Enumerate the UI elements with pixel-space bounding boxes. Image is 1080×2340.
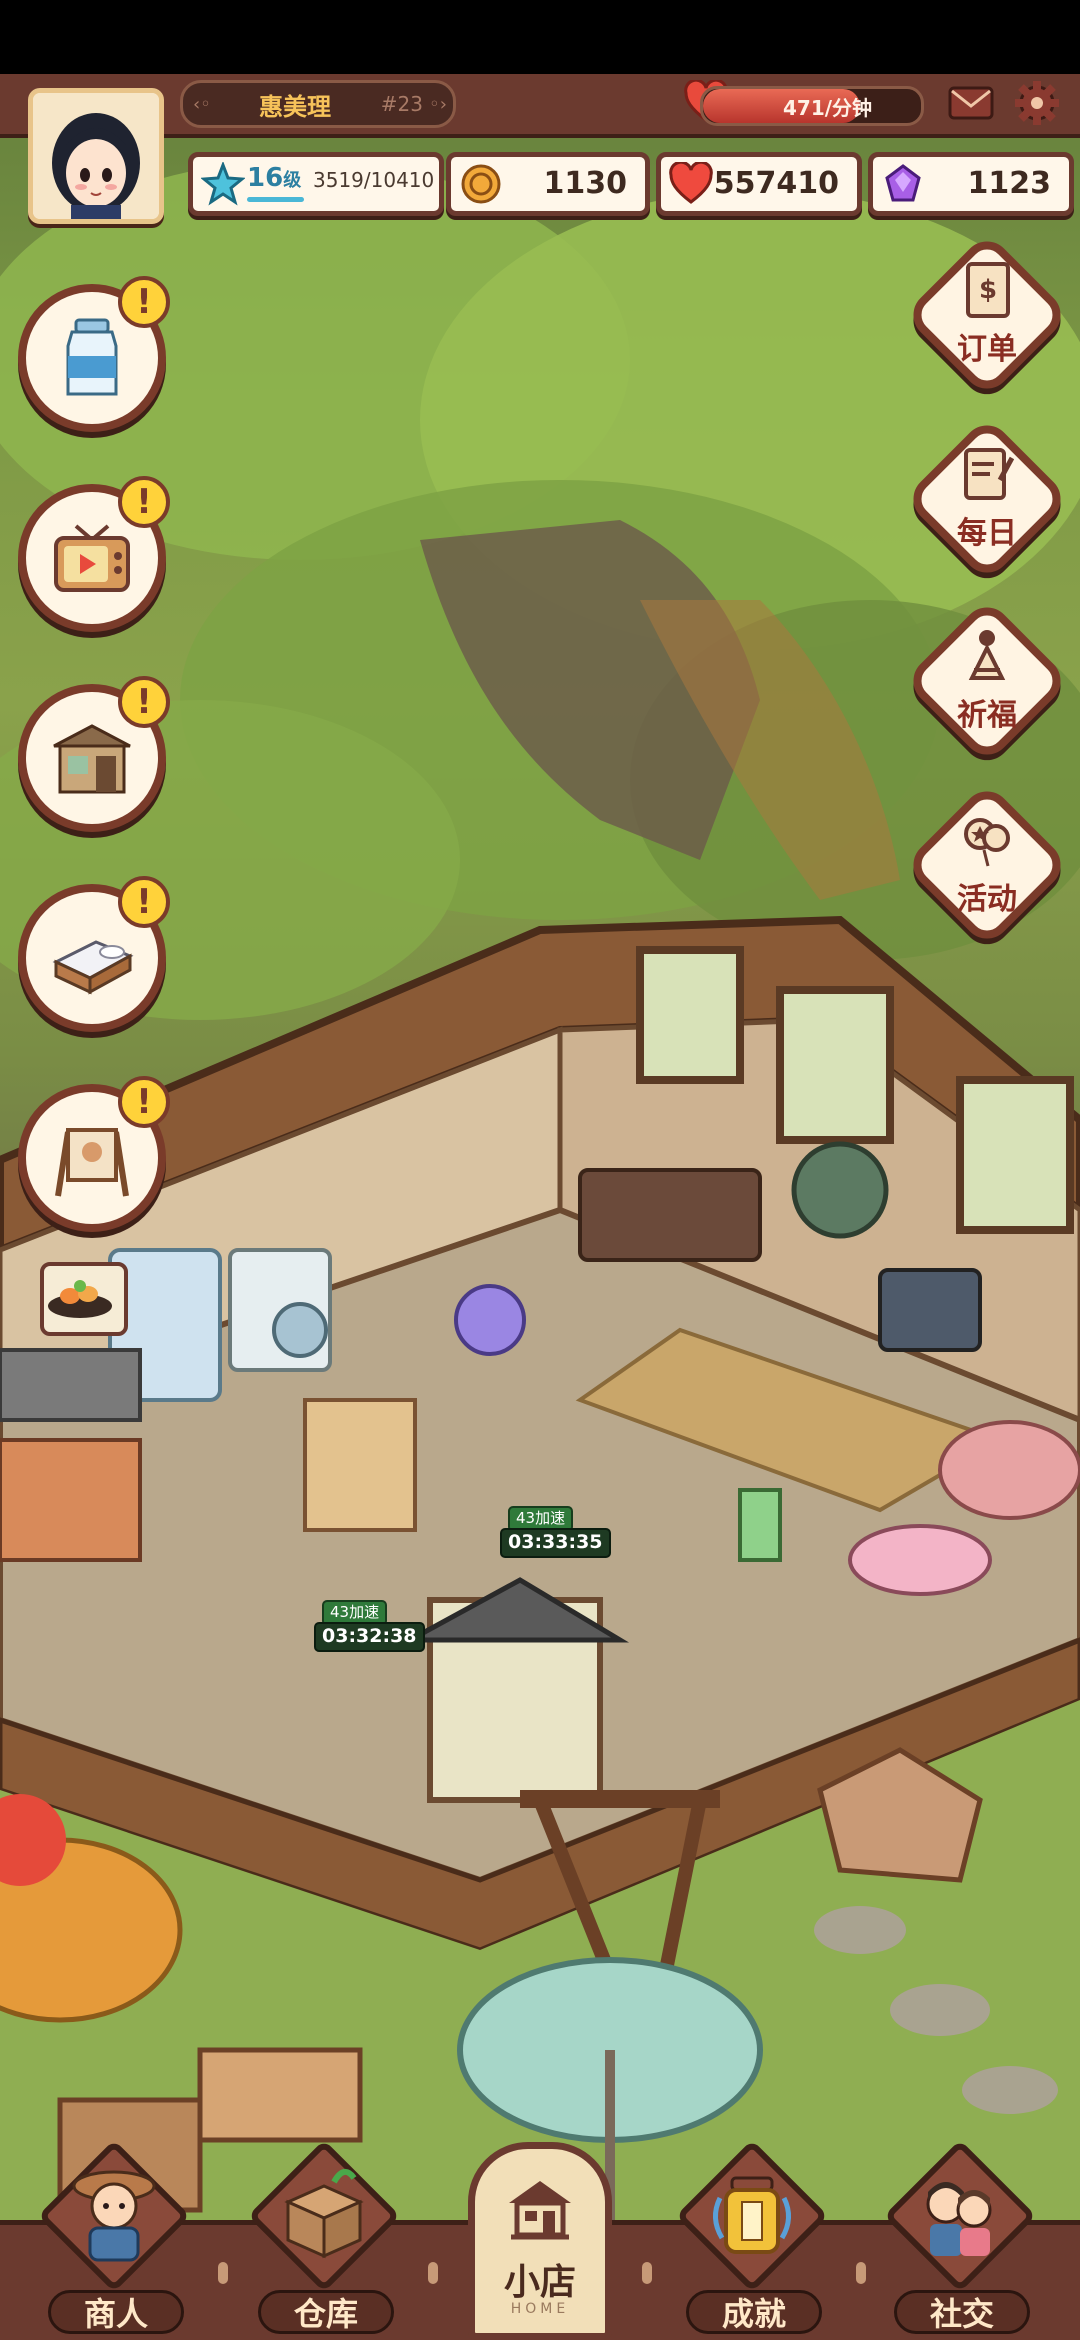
nav-achievements[interactable]	[675, 2139, 829, 2293]
stamina-meter[interactable]: 471/分钟	[700, 86, 924, 126]
timer-countdown: 03:32:38	[314, 1622, 425, 1652]
heart-counter[interactable]: 557410	[656, 152, 862, 216]
player-name: 惠美理	[259, 92, 331, 121]
coin-value: 1130	[543, 166, 628, 201]
gem-value: 1123	[967, 166, 1052, 201]
timer-countdown: 03:33:35	[500, 1528, 611, 1558]
nav-social[interactable]	[883, 2139, 1037, 2293]
heart-value: 557410	[713, 166, 839, 201]
shop-building-alert-badge: !	[118, 676, 170, 728]
mail-icon[interactable]	[948, 86, 994, 120]
nav-rivet	[428, 2262, 438, 2284]
food-order-chip[interactable]	[40, 1262, 128, 1336]
nav-shop-home[interactable]: 小店 HOME	[468, 2142, 612, 2340]
nav-social-label[interactable]: 社交	[894, 2290, 1030, 2334]
pray-label: 祈福	[957, 698, 1017, 733]
speedup-timer-2[interactable]: 43加速 03:32:38	[314, 1600, 425, 1652]
gear-icon[interactable]	[1014, 80, 1060, 126]
game-scene[interactable]: ‹◦ 惠美理 #23 ◦› 471/分钟 16级 3519/10410 1130…	[0, 0, 1080, 2340]
couple-icon	[926, 2182, 992, 2256]
merchant-character-icon	[72, 2170, 156, 2262]
level-number: 16	[247, 163, 284, 193]
tv-icon	[54, 524, 130, 592]
orders-label: 订单	[957, 332, 1017, 367]
daily-button[interactable]: 每日	[903, 415, 1071, 583]
level-panel[interactable]: 16级 3519/10410	[188, 152, 444, 216]
nav-merchant[interactable]	[37, 2139, 191, 2293]
shop-house-icon	[509, 2181, 571, 2240]
gem-counter[interactable]: 1123	[868, 152, 1074, 216]
coin-counter[interactable]: 1130	[446, 152, 650, 216]
bed-icon	[52, 940, 134, 995]
nav-shop-sublabel: HOME	[510, 2301, 570, 2317]
star-level-icon	[201, 162, 245, 206]
daily-label: 每日	[957, 516, 1017, 551]
device-status-bar	[0, 0, 1080, 74]
warehouse-box-icon	[284, 2169, 364, 2259]
tv-ad-alert-badge: !	[118, 476, 170, 528]
signboard-alert-badge: !	[118, 1076, 170, 1128]
order-book-icon: $	[966, 262, 1010, 318]
nav-merchant-label[interactable]: 商人	[48, 2290, 184, 2334]
nav-warehouse-label[interactable]: 仓库	[258, 2290, 394, 2334]
player-avatar[interactable]	[28, 88, 164, 224]
coin-icon	[461, 164, 501, 204]
player-level: 16级	[247, 163, 301, 193]
food-plate-icon	[48, 1280, 112, 1318]
chevron-left-icon: ‹◦	[193, 93, 211, 115]
achievement-lantern-icon	[713, 2176, 791, 2254]
stamina-text: 471/分钟	[783, 96, 873, 120]
nav-rivet	[218, 2262, 228, 2284]
milk-bottle-icon	[66, 318, 118, 396]
speedup-timer-1[interactable]: 43加速 03:33:35	[500, 1506, 611, 1558]
signboard-icon	[55, 1128, 129, 1197]
nav-rivet	[856, 2262, 866, 2284]
nav-achievements-label[interactable]: 成就	[686, 2290, 822, 2334]
bed-alert-badge: !	[118, 876, 170, 928]
events-button[interactable]: 活动	[903, 781, 1071, 949]
milk-bottle-alert-badge: !	[118, 276, 170, 328]
pray-figure-icon	[968, 630, 1006, 680]
svg-text:$: $	[979, 275, 997, 305]
shop-building-icon	[53, 724, 131, 794]
pray-button[interactable]: 祈福	[903, 597, 1071, 765]
orders-button[interactable]: $ 订单	[903, 231, 1071, 399]
nav-warehouse[interactable]	[247, 2139, 401, 2293]
player-exp: 3519/10410	[313, 168, 435, 192]
player-rank: #23	[380, 92, 423, 116]
daily-checklist-icon	[964, 448, 1014, 500]
nav-rivet	[642, 2262, 652, 2284]
exp-progress-bar	[247, 197, 304, 202]
events-label: 活动	[957, 882, 1017, 917]
level-unit: 级	[283, 170, 302, 191]
player-name-plate[interactable]: ‹◦ 惠美理 #23 ◦›	[180, 80, 456, 128]
heart-icon	[669, 162, 713, 204]
nav-shop-label: 小店	[503, 2262, 576, 2303]
chevron-right-icon: ◦›	[429, 93, 447, 115]
balloon-star-icon	[964, 818, 1010, 867]
avatar-portrait-icon	[33, 93, 159, 219]
gem-icon	[885, 164, 921, 202]
